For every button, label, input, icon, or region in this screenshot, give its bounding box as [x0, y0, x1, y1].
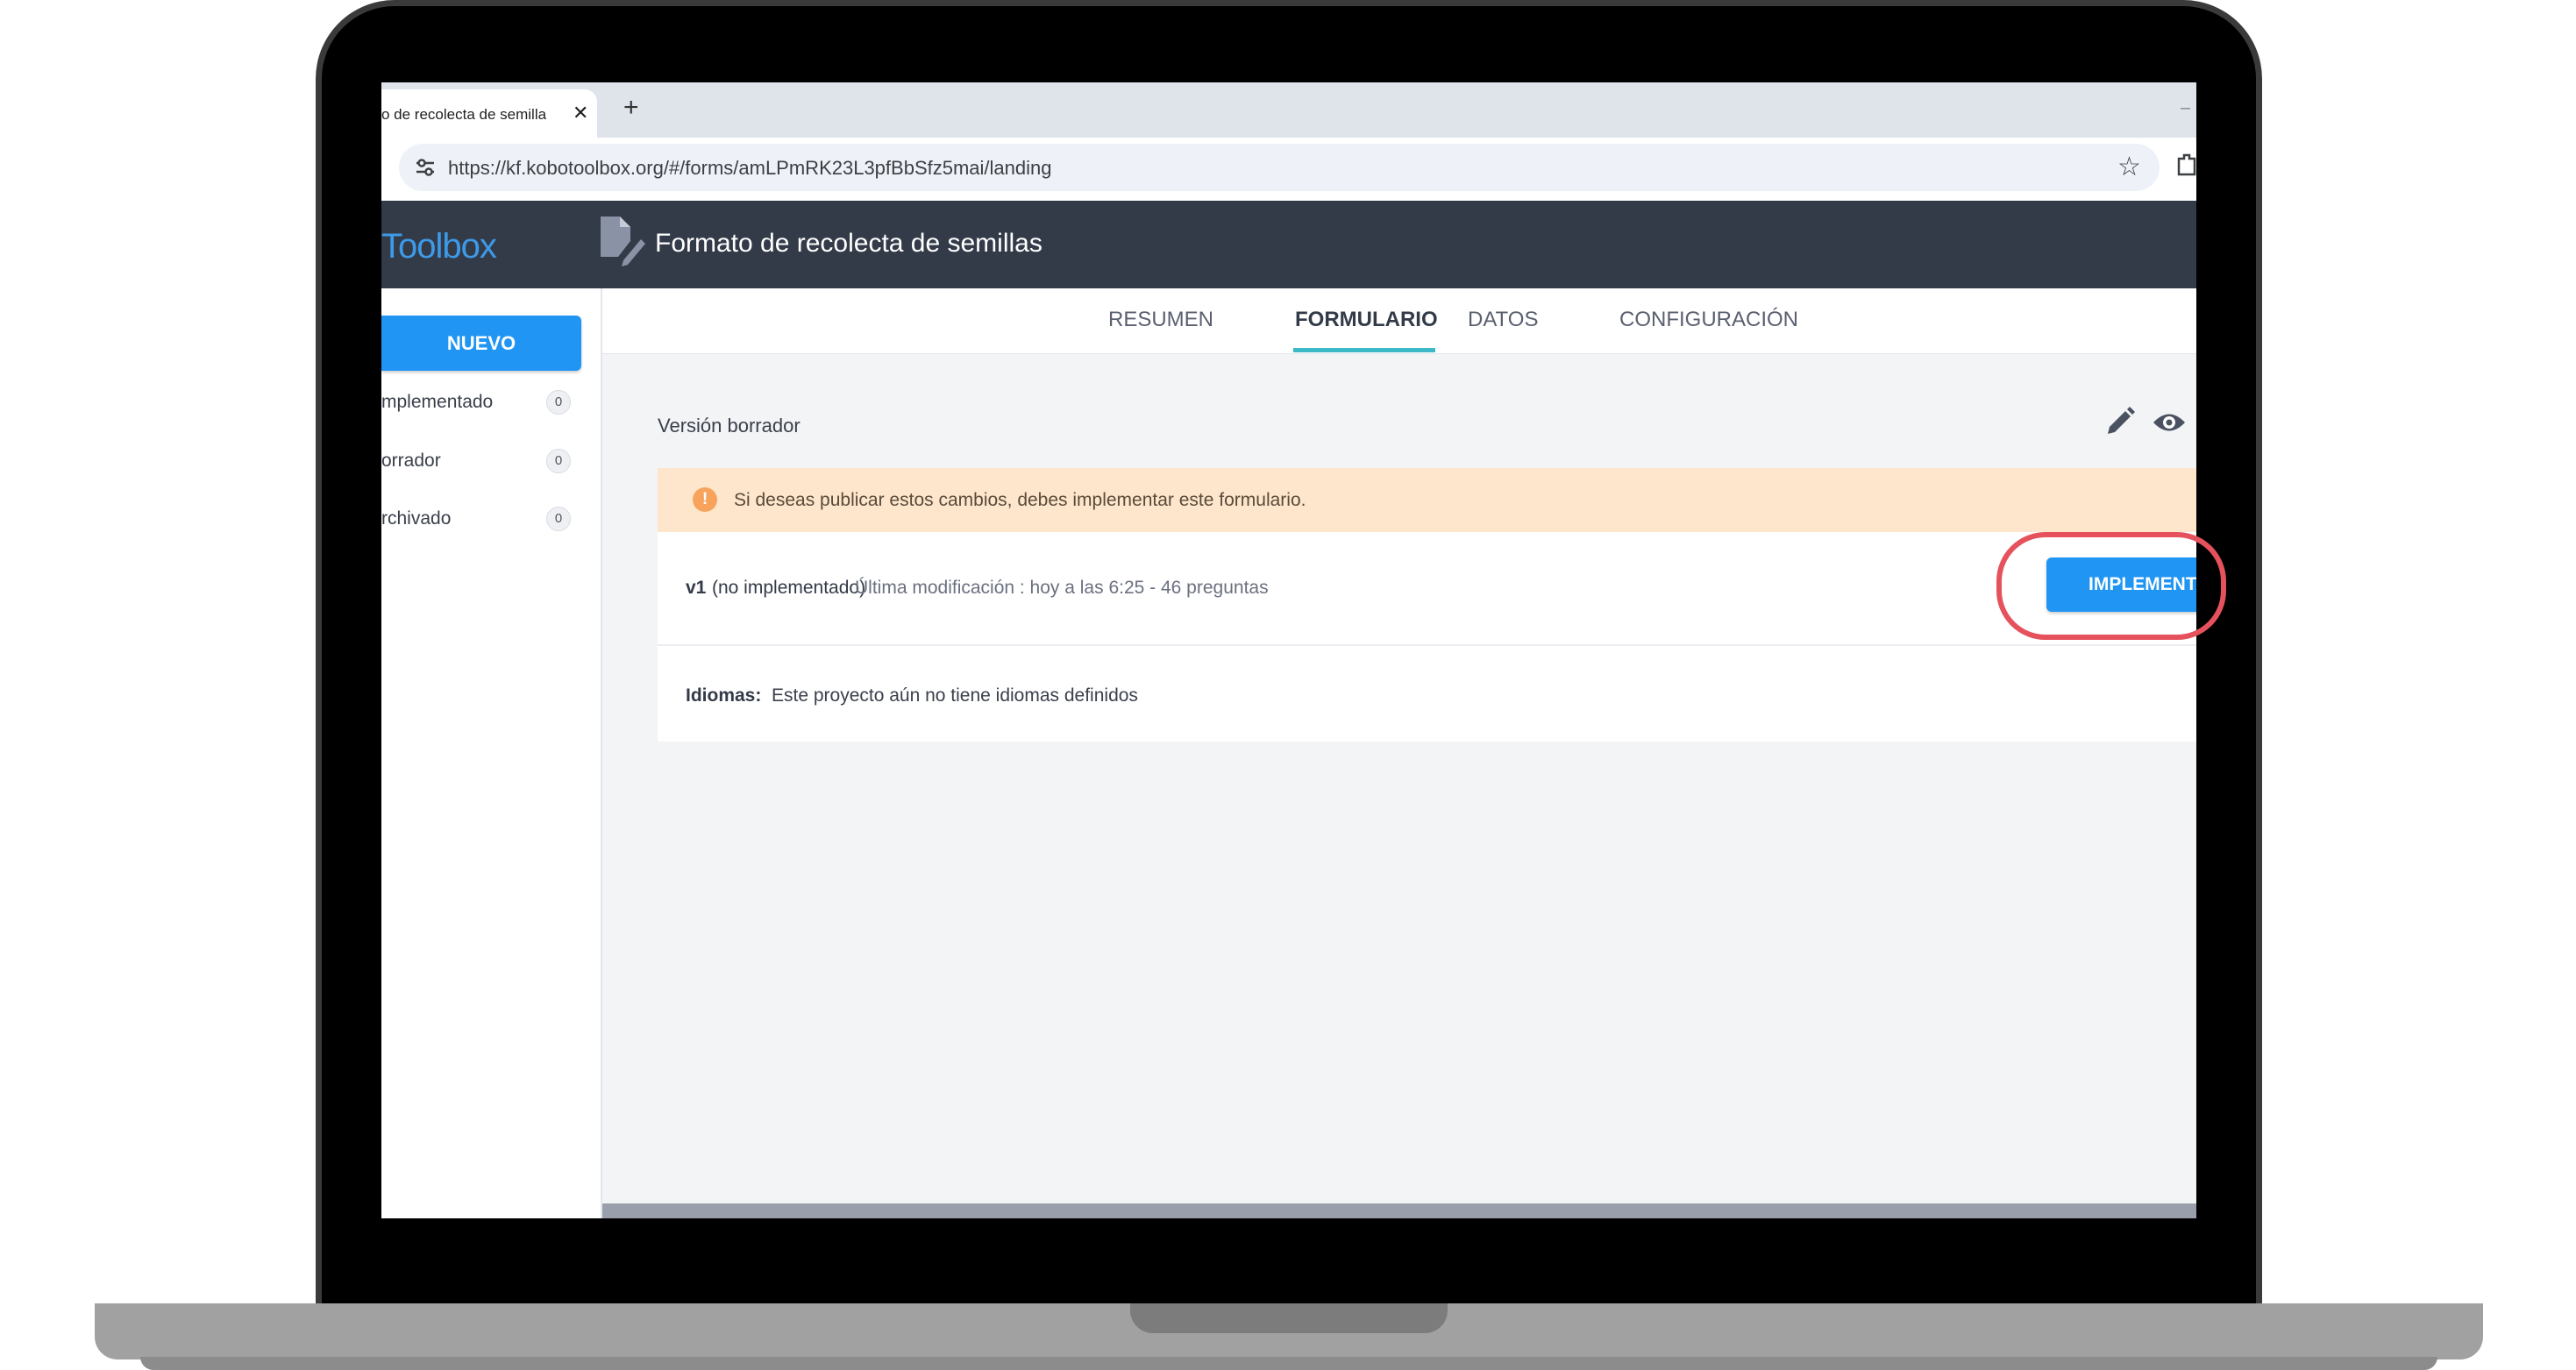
sidebar-item-draft[interactable]: orrador 0: [381, 444, 592, 479]
app-logo[interactable]: Toolbox: [381, 227, 497, 266]
version-meta-prefix: Última modificación : hoy a las 6:25 -: [855, 578, 1161, 598]
tab-data[interactable]: DATOS: [1468, 308, 1538, 332]
laptop-notch: [1130, 1303, 1448, 1333]
new-project-button[interactable]: NUEVO: [381, 316, 581, 371]
pencil-icon[interactable]: [2104, 406, 2136, 437]
sidebar-item-label: rchivado: [381, 508, 452, 529]
warning-banner: ! Si deseas publicar estos cambios, debe…: [658, 468, 2196, 532]
deploy-button-highlight: [1996, 532, 2226, 640]
languages-text: Este proyecto aún no tiene idiomas defin…: [772, 685, 1138, 706]
site-settings-icon[interactable]: [412, 154, 438, 181]
sidebar: NUEVO mplementado 0 orrador 0 rchivado 0: [381, 288, 602, 1218]
browser-toolbar: https://kf.kobotoolbox.org/#/forms/amLPm…: [381, 138, 2196, 201]
version-meta: Última modificación : hoy a las 6:25 - 4…: [855, 578, 1269, 599]
version-number: v1: [686, 578, 707, 598]
window-minimize-button[interactable]: –: [2181, 98, 2190, 118]
version-row: v1 (no implementado) Última modificación…: [658, 532, 2196, 646]
browser-tab-bar: o de recolecta de semilla ✕ + –: [381, 82, 2196, 138]
form-document-icon: [601, 217, 645, 266]
laptop-screen: o de recolecta de semilla ✕ + – https://…: [381, 82, 2196, 1218]
sidebar-item-label: orrador: [381, 451, 441, 471]
version-status: (no implementado): [712, 578, 866, 598]
sidebar-item-deployed[interactable]: mplementado 0: [381, 385, 592, 420]
active-tab-indicator: [1293, 348, 1435, 352]
browser-tab-title: o de recolecta de semilla: [381, 106, 547, 123]
url-text: https://kf.kobotoolbox.org/#/forms/amLPm…: [448, 157, 1052, 179]
new-tab-button[interactable]: +: [623, 93, 639, 123]
app-header: Toolbox Formato de recolecta de semillas: [381, 201, 2196, 288]
tab-settings[interactable]: CONFIGURACIÓN: [1619, 308, 1798, 332]
draft-version-label: Versión borrador: [658, 415, 801, 437]
eye-icon[interactable]: [2152, 409, 2187, 436]
address-bar[interactable]: https://kf.kobotoolbox.org/#/forms/amLPm…: [399, 144, 2160, 191]
question-count: 46: [1160, 578, 1182, 598]
warning-icon: !: [693, 487, 717, 512]
extensions-icon[interactable]: [2175, 152, 2196, 176]
browser-tab[interactable]: o de recolecta de semilla ✕: [381, 89, 597, 138]
languages-label: Idiomas:: [686, 685, 762, 706]
count-badge: 0: [546, 449, 571, 473]
tab-form[interactable]: FORMULARIO: [1295, 308, 1438, 332]
sidebar-item-archived[interactable]: rchivado 0: [381, 501, 592, 536]
main-content: RESUMEN FORMULARIO DATOS CONFIGURACIÓN V…: [602, 288, 2196, 1218]
close-icon[interactable]: ✕: [573, 102, 588, 124]
horizontal-scrollbar[interactable]: [602, 1203, 2196, 1218]
laptop-base-lip: [140, 1357, 2437, 1370]
count-badge: 0: [546, 507, 571, 531]
count-badge: 0: [546, 390, 571, 415]
form-title: Formato de recolecta de semillas: [655, 229, 1042, 258]
star-icon[interactable]: ☆: [2117, 152, 2141, 182]
project-tabs: RESUMEN FORMULARIO DATOS CONFIGURACIÓN: [602, 288, 2196, 354]
form-version-card: ! Si deseas publicar estos cambios, debe…: [658, 468, 2196, 742]
version-meta-suffix: preguntas: [1181, 578, 1269, 598]
warning-text: Si deseas publicar estos cambios, debes …: [734, 490, 1306, 510]
sidebar-item-label: mplementado: [381, 392, 494, 412]
tab-summary[interactable]: RESUMEN: [1108, 308, 1213, 332]
